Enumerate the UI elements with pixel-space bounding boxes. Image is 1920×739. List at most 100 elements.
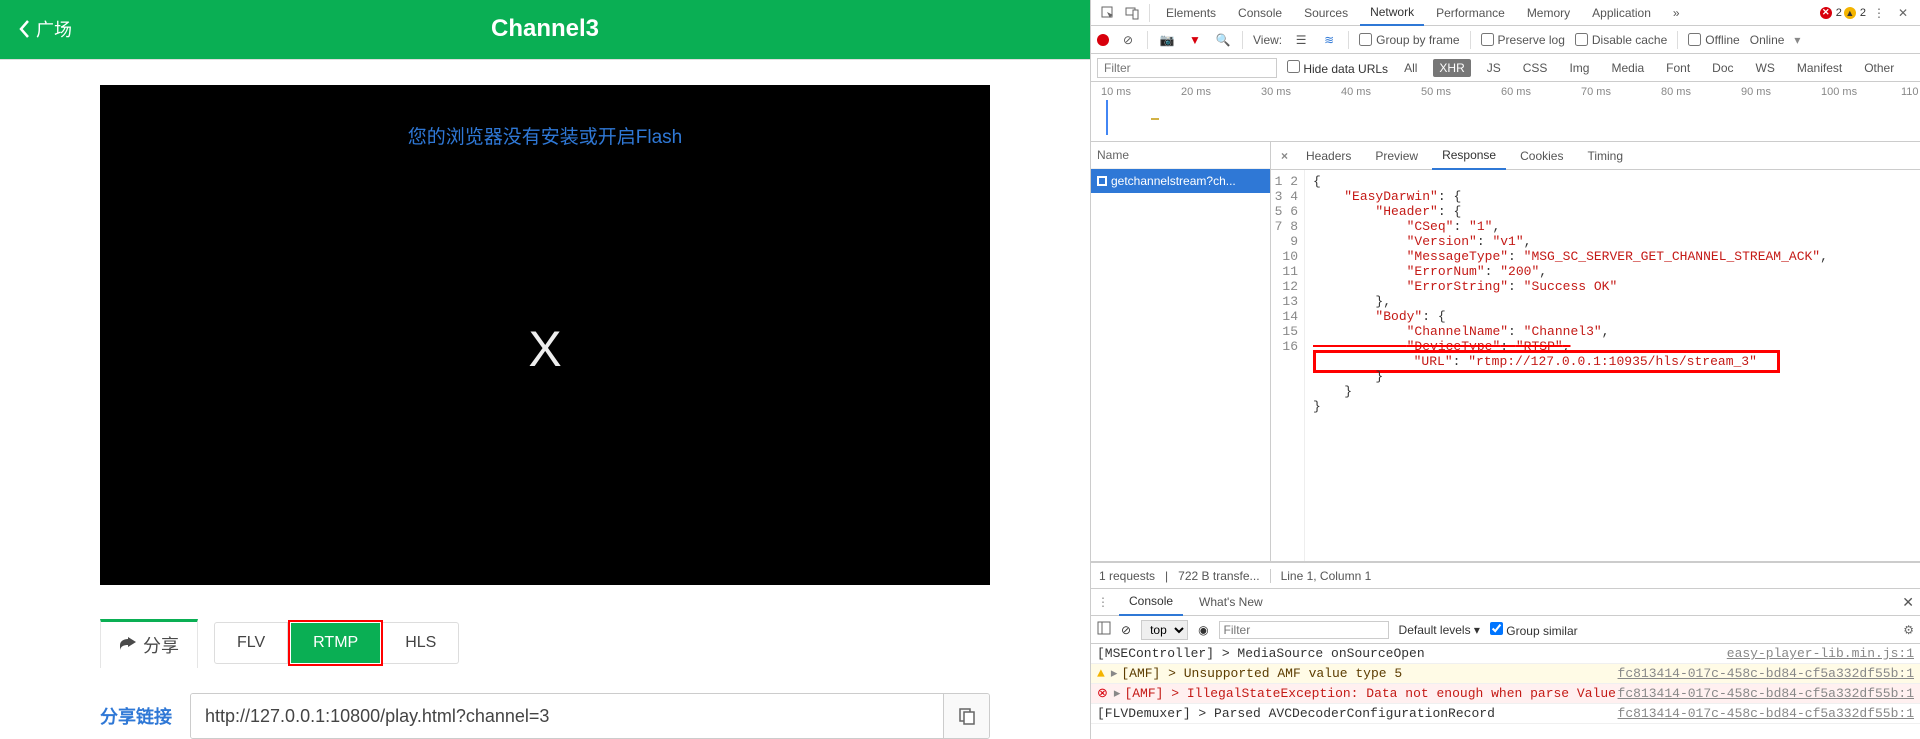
timeline-bar: [1151, 118, 1159, 120]
clear-icon[interactable]: ⊘: [1119, 31, 1137, 49]
error-badge[interactable]: ✕2: [1820, 7, 1842, 19]
view-list-icon[interactable]: ☰: [1292, 31, 1310, 49]
drawer-tab-whatsnew[interactable]: What's New: [1189, 589, 1273, 615]
video-player[interactable]: 您的浏览器没有安装或开启Flash X: [100, 85, 990, 585]
offline-checkbox[interactable]: Offline: [1688, 33, 1739, 47]
devtools-menu-icon[interactable]: ⋮: [1868, 2, 1890, 24]
inspect-element-icon[interactable]: [1097, 2, 1119, 24]
console-row[interactable]: [FLVDemuxer] > Parsed AVCDecoderConfigur…: [1091, 704, 1920, 724]
network-filter-input[interactable]: [1097, 58, 1277, 78]
record-icon[interactable]: [1097, 34, 1109, 46]
network-timeline[interactable]: 10 ms 20 ms 30 ms 40 ms 50 ms 60 ms 70 m…: [1091, 82, 1920, 142]
camera-icon[interactable]: 📷: [1158, 31, 1176, 49]
filter-doc[interactable]: Doc: [1706, 59, 1739, 77]
filter-manifest[interactable]: Manifest: [1791, 59, 1848, 77]
console-levels-select[interactable]: Default levels ▾: [1399, 623, 1480, 637]
devtools-top-bar: Elements Console Sources Network Perform…: [1091, 0, 1920, 26]
tab-sources[interactable]: Sources: [1294, 1, 1358, 25]
drawer-menu-icon[interactable]: ⋮: [1097, 595, 1113, 609]
detail-tab-response[interactable]: Response: [1432, 142, 1506, 170]
detail-tab-cookies[interactable]: Cookies: [1510, 143, 1573, 169]
app-header: 广场 Channel3: [0, 0, 1090, 60]
filter-css[interactable]: CSS: [1517, 59, 1554, 77]
console-filter-input[interactable]: [1219, 621, 1389, 639]
device-toolbar-icon[interactable]: [1121, 2, 1143, 24]
tab-performance[interactable]: Performance: [1426, 1, 1515, 25]
timeline-spike: [1106, 100, 1108, 135]
group-by-frame-checkbox[interactable]: Group by frame: [1359, 33, 1459, 47]
network-toolbar: ⊘ 📷 ▼ 🔍 View: ☰ ≋ Group by frame Preserv…: [1091, 26, 1920, 54]
devtools-close-icon[interactable]: ✕: [1892, 2, 1914, 24]
share-tab[interactable]: 分享: [100, 619, 198, 668]
console-row[interactable]: ▲▸[AMF] > Unsupported AMF value type 5fc…: [1091, 664, 1920, 684]
disable-cache-checkbox[interactable]: Disable cache: [1575, 33, 1667, 47]
network-status-bar: 1 requests | 722 B transfe... Line 1, Co…: [1091, 562, 1920, 588]
drawer-tabs: ⋮ Console What's New ✕: [1091, 588, 1920, 616]
line-gutter: 1 2 3 4 5 6 7 8 9 10 11 12 13 14 15 16: [1271, 170, 1305, 561]
network-split: Name getchannelstream?ch... × Headers Pr…: [1091, 142, 1920, 562]
preserve-log-checkbox[interactable]: Preserve log: [1481, 33, 1565, 47]
group-similar-checkbox[interactable]: Group similar: [1490, 622, 1578, 638]
format-rtmp[interactable]: RTMP: [291, 623, 380, 663]
status-requests: 1 requests: [1099, 569, 1155, 583]
filter-all[interactable]: All: [1398, 59, 1423, 77]
filter-other[interactable]: Other: [1858, 59, 1900, 77]
detail-close-icon[interactable]: ×: [1277, 149, 1292, 163]
view-label: View:: [1253, 33, 1282, 47]
format-hls[interactable]: HLS: [383, 622, 459, 664]
request-item[interactable]: getchannelstream?ch...: [1091, 169, 1270, 193]
console-row[interactable]: [MSEController] > MediaSource onSourceOp…: [1091, 644, 1920, 664]
request-list-header: Name: [1091, 142, 1270, 169]
request-detail: × Headers Preview Response Cookies Timin…: [1271, 142, 1920, 561]
filter-font[interactable]: Font: [1660, 59, 1696, 77]
filter-toggle-icon[interactable]: ▼: [1186, 31, 1204, 49]
share-row: 分享 FLV RTMP HLS: [100, 616, 990, 671]
console-sidebar-icon[interactable]: [1097, 621, 1111, 638]
tab-network[interactable]: Network: [1360, 0, 1424, 26]
player-container: 您的浏览器没有安装或开启Flash X: [100, 85, 990, 585]
filter-xhr[interactable]: XHR: [1433, 59, 1470, 77]
throttle-select[interactable]: Online: [1750, 33, 1785, 47]
console-context-select[interactable]: top: [1141, 620, 1188, 640]
filter-js[interactable]: JS: [1481, 59, 1507, 77]
tab-application[interactable]: Application: [1582, 1, 1661, 25]
tab-memory[interactable]: Memory: [1517, 1, 1580, 25]
request-list: Name getchannelstream?ch...: [1091, 142, 1271, 561]
console-row[interactable]: ⊗▸[AMF] > IllegalStateException: Data no…: [1091, 684, 1920, 704]
response-body[interactable]: 1 2 3 4 5 6 7 8 9 10 11 12 13 14 15 16 {…: [1271, 170, 1920, 561]
console-settings-icon[interactable]: ⚙: [1903, 623, 1914, 637]
format-flv[interactable]: FLV: [214, 622, 288, 664]
console-output[interactable]: [MSEController] > MediaSource onSourceOp…: [1091, 644, 1920, 739]
back-button[interactable]: 广场: [18, 16, 72, 42]
detail-tab-timing[interactable]: Timing: [1577, 143, 1633, 169]
console-toolbar: ⊘ top ◉ Default levels ▾ Group similar ⚙: [1091, 616, 1920, 644]
filter-img[interactable]: Img: [1563, 59, 1595, 77]
response-code: { "EasyDarwin": { "Header": { "CSeq": "1…: [1305, 170, 1920, 561]
page-title: Channel3: [0, 15, 1090, 43]
request-favicon-icon: [1097, 176, 1107, 186]
copy-button[interactable]: [943, 694, 989, 738]
drawer-close-icon[interactable]: ✕: [1902, 594, 1914, 611]
hide-data-urls-checkbox[interactable]: Hide data URLs: [1287, 60, 1388, 76]
more-tabs[interactable]: »: [1663, 1, 1690, 25]
search-icon[interactable]: 🔍: [1214, 31, 1232, 49]
share-link-input[interactable]: [191, 694, 943, 738]
tab-elements[interactable]: Elements: [1156, 1, 1226, 25]
chevron-left-icon: [18, 19, 32, 39]
warn-badge[interactable]: ▲2: [1844, 7, 1866, 19]
filter-ws[interactable]: WS: [1750, 59, 1781, 77]
tab-console[interactable]: Console: [1228, 1, 1292, 25]
detail-tabs: × Headers Preview Response Cookies Timin…: [1271, 142, 1920, 170]
console-eye-icon[interactable]: ◉: [1198, 623, 1208, 637]
share-tab-label: 分享: [143, 632, 179, 658]
console-clear-icon[interactable]: ⊘: [1121, 623, 1131, 637]
view-waterfall-icon[interactable]: ≋: [1320, 31, 1338, 49]
detail-tab-headers[interactable]: Headers: [1296, 143, 1361, 169]
detail-tab-preview[interactable]: Preview: [1365, 143, 1428, 169]
network-filter-row: Hide data URLs All XHR JS CSS Img Media …: [1091, 54, 1920, 82]
drawer-tab-console[interactable]: Console: [1119, 588, 1183, 616]
filter-media[interactable]: Media: [1605, 59, 1650, 77]
devtools: Elements Console Sources Network Perform…: [1090, 0, 1920, 739]
share-link-label: 分享链接: [100, 703, 172, 729]
share-link-row: 分享链接: [100, 693, 990, 739]
